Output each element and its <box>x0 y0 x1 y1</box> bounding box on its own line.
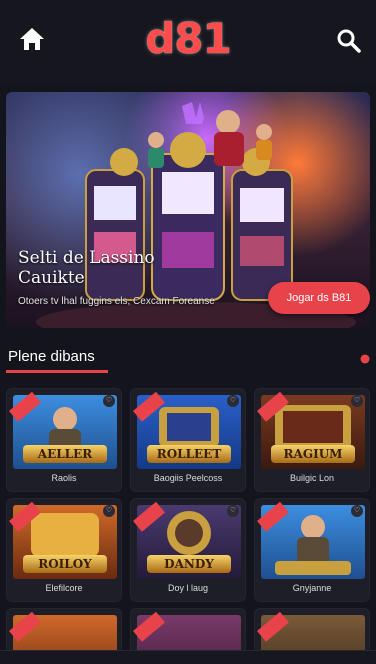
favorite-icon[interactable]: ♡ <box>351 395 363 407</box>
game-card[interactable]: RAGIUM ♡ Builgic Lon <box>254 388 370 492</box>
play-now-button[interactable]: Jogar ds B81 <box>268 282 370 314</box>
hero-title-line2: Cauikte <box>18 268 85 288</box>
game-card[interactable]: DANDY ♡ Doy l laug <box>130 498 246 602</box>
filter-icon[interactable] <box>360 354 370 364</box>
favorite-icon[interactable]: ♡ <box>103 505 115 517</box>
section-heading: Plene dibans <box>8 348 95 365</box>
favorite-icon[interactable]: ♡ <box>227 505 239 517</box>
favorite-icon[interactable]: ♡ <box>103 395 115 407</box>
game-card[interactable]: ♡ Gnyjanne <box>254 498 370 602</box>
game-card[interactable]: ROILOY ♡ Elefilcore <box>6 498 122 602</box>
favorite-icon[interactable]: ♡ <box>351 505 363 517</box>
game-name: Gnyjanne <box>292 583 332 593</box>
brand-logo[interactable]: d81 <box>0 14 376 63</box>
game-name: Elefilcore <box>45 583 83 593</box>
game-plate: ROLLEET <box>147 445 231 463</box>
game-plate: RAGIUM <box>271 445 355 463</box>
game-card[interactable]: ROLLEET ♡ Baogiis Peelcoss <box>130 388 246 492</box>
bottom-navigation[interactable] <box>0 650 376 664</box>
favorite-icon[interactable]: ♡ <box>227 395 239 407</box>
hero-title: Selti de Lassino Cauikte <box>18 248 155 288</box>
game-name: Baogiis Peelcoss <box>153 473 223 483</box>
game-plate: ROILOY <box>23 555 107 573</box>
game-plate: DANDY <box>147 555 231 573</box>
hero-subtitle: Otoers tv lhal fuggins els, Cexcam Forea… <box>18 296 215 307</box>
section-underline <box>6 370 108 373</box>
game-plate: AELLER <box>23 445 107 463</box>
game-name: Doy l laug <box>167 583 209 593</box>
games-section-header: Plene dibans <box>0 338 376 382</box>
top-bar: d81 <box>0 0 376 84</box>
game-name: Raolis <box>51 473 77 483</box>
game-name: Builgic Lon <box>289 473 335 483</box>
game-card[interactable]: AELLER ♡ Raolis <box>6 388 122 492</box>
search-icon[interactable] <box>336 28 362 54</box>
hero-banner[interactable]: Selti de Lassino Cauikte Otoers tv lhal … <box>6 92 370 328</box>
hero-title-line1: Selti de Lassino <box>18 248 155 268</box>
